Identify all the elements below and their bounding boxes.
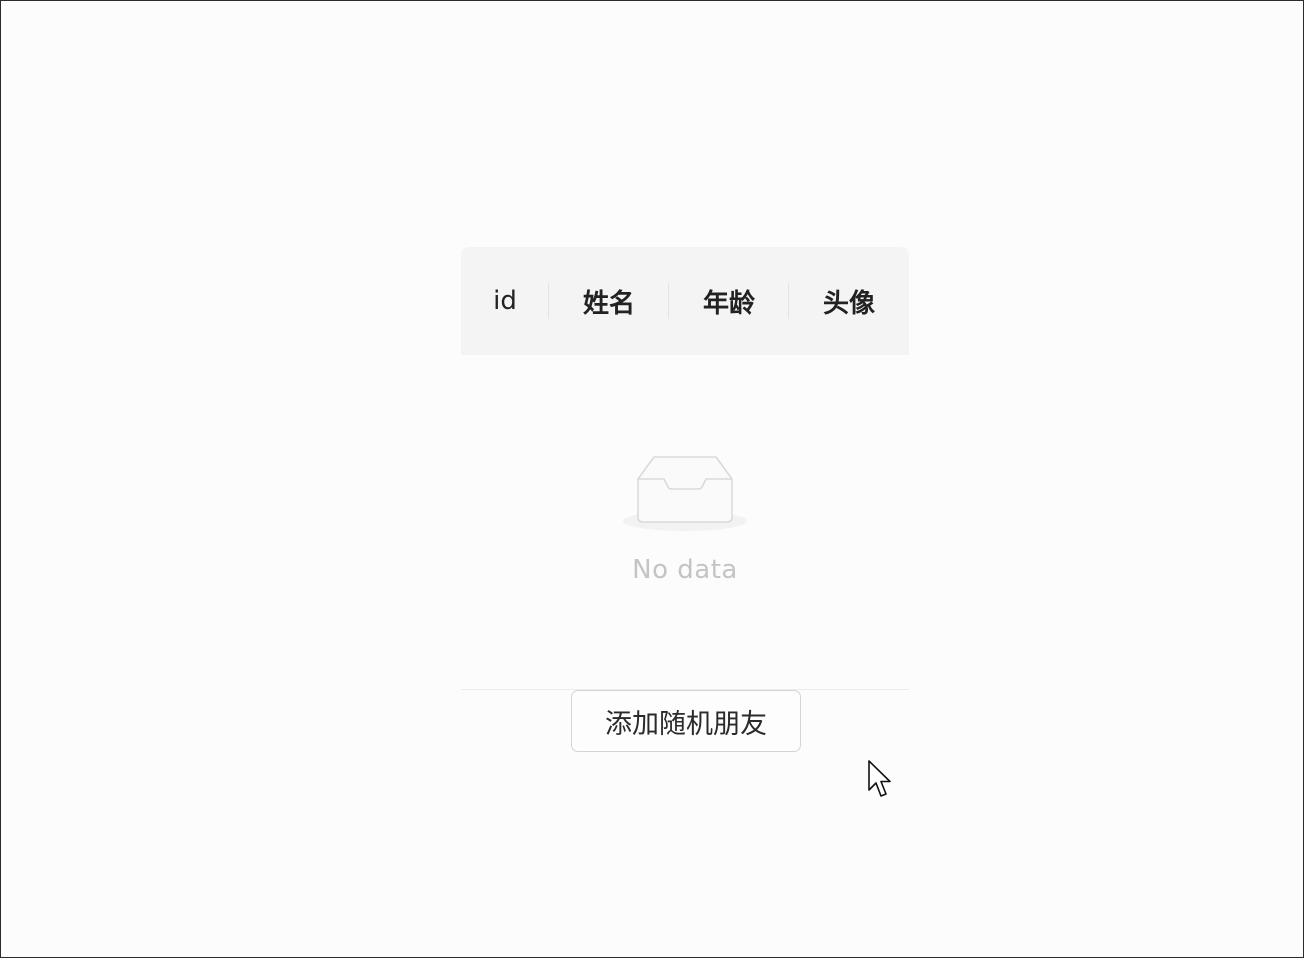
app-window: id 姓名 年龄 头像 No data 添加随机朋友 — [0, 0, 1304, 958]
column-header-label: 姓名 — [582, 288, 635, 319]
column-header-avatar[interactable]: 头像 — [789, 247, 909, 355]
mouse-pointer-icon — [868, 760, 891, 797]
inbox-icon — [623, 456, 747, 531]
column-header-label: 年龄 — [702, 288, 755, 319]
column-header-name[interactable]: 姓名 — [549, 247, 669, 355]
column-header-age[interactable]: 年龄 — [669, 247, 789, 355]
add-random-friend-button[interactable]: 添加随机朋友 — [571, 690, 801, 752]
table-header: id 姓名 年龄 头像 — [461, 247, 909, 355]
empty-state: No data — [461, 451, 909, 585]
column-header-label: 头像 — [822, 288, 875, 319]
column-header-id[interactable]: id — [461, 247, 549, 355]
column-header-label: id — [493, 286, 517, 316]
table-body: No data — [461, 355, 909, 690]
friends-table: id 姓名 年龄 头像 No data — [461, 247, 909, 690]
empty-text: No data — [632, 555, 738, 585]
